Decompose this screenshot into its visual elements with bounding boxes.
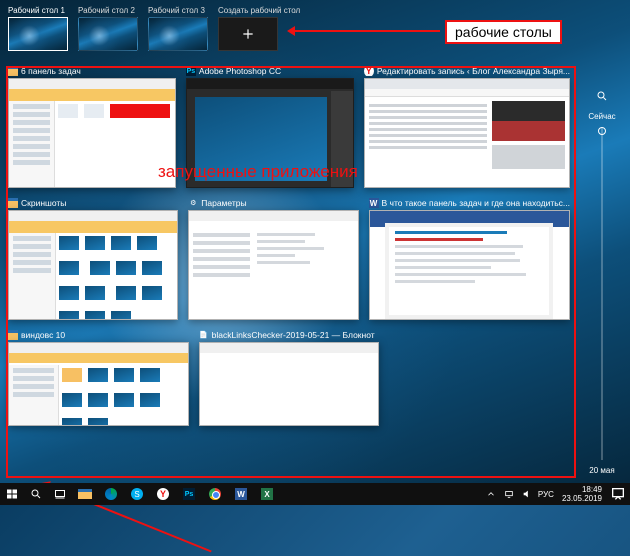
annotation-label-desktops: рабочие столы	[445, 20, 562, 44]
taskbar: S Y Ps W X РУС 18:49 23.05.2019	[0, 483, 630, 505]
task-view-icon	[54, 488, 66, 500]
explorer-icon	[78, 489, 92, 499]
timeline-handle[interactable]	[598, 127, 606, 135]
start-button[interactable]	[0, 483, 24, 505]
notepad-icon: 📄	[199, 330, 209, 340]
task-tile-settings[interactable]: ⚙Параметры	[188, 198, 358, 320]
desktop-tile-1[interactable]: Рабочий стол 1	[8, 6, 68, 51]
desktop-tile-2[interactable]: Рабочий стол 2	[78, 6, 138, 51]
desktop-label: Рабочий стол 1	[8, 6, 68, 15]
task-title: YРедактировать запись ‹ Блог Александра …	[364, 66, 570, 76]
photoshop-icon: Ps	[183, 488, 195, 500]
tray-chevron[interactable]	[484, 483, 498, 505]
task-row: виндовс 10 📄blackLinksChecker-2019-05-21…	[8, 330, 570, 426]
taskbar-left: S Y Ps W X	[0, 483, 280, 505]
skype-icon: S	[131, 488, 143, 500]
desktop-thumb	[78, 17, 138, 51]
word-icon: W	[235, 488, 247, 500]
clock-date: 23.05.2019	[562, 494, 602, 503]
new-desktop-button[interactable]	[218, 17, 278, 51]
task-title: PsAdobe Photoshop CC	[186, 66, 354, 76]
desktop-label: Рабочий стол 3	[148, 6, 208, 15]
task-title: ⚙Параметры	[188, 198, 358, 208]
task-title: 📄blackLinksChecker-2019-05-21 — Блокнот	[199, 330, 380, 340]
taskbar-app-explorer[interactable]	[72, 483, 98, 505]
task-tile-explorer-1[interactable]: 6 панель задач	[8, 66, 176, 188]
task-thumb	[364, 78, 570, 188]
task-thumb	[199, 342, 380, 426]
edge-icon	[105, 488, 117, 500]
taskbar-right: РУС 18:49 23.05.2019	[484, 483, 630, 505]
new-desktop-label: Создать рабочий стол	[218, 6, 300, 15]
yandex-icon: Y	[157, 488, 169, 500]
volume-icon	[522, 489, 532, 499]
explorer-icon	[8, 198, 18, 208]
timeline[interactable]: Сейчас 20 мая	[582, 90, 622, 475]
photoshop-icon: Ps	[186, 66, 196, 76]
task-title: Скриншоты	[8, 198, 178, 208]
notification-icon	[610, 486, 626, 502]
task-thumb	[8, 342, 189, 426]
word-icon: W	[369, 198, 379, 208]
task-tile-explorer-3[interactable]: виндовс 10	[8, 330, 189, 426]
timeline-track[interactable]	[601, 127, 603, 460]
task-title: 6 панель задач	[8, 66, 176, 76]
taskbar-app-chrome[interactable]	[202, 483, 228, 505]
annotation-arrow-desktops	[290, 30, 440, 32]
tray-language[interactable]: РУС	[538, 483, 554, 505]
annotation-label-running: запущенные приложения	[158, 162, 358, 182]
desktop-thumb	[8, 17, 68, 51]
taskbar-app-edge[interactable]	[98, 483, 124, 505]
taskbar-app-word[interactable]: W	[228, 483, 254, 505]
task-thumb	[188, 210, 358, 320]
task-tile-notepad[interactable]: 📄blackLinksChecker-2019-05-21 — Блокнот	[199, 330, 380, 426]
taskbar-app-skype[interactable]: S	[124, 483, 150, 505]
task-thumb	[8, 210, 178, 320]
desktop-tile-3[interactable]: Рабочий стол 3	[148, 6, 208, 51]
task-row: Скриншоты ⚙Параметры W	[8, 198, 570, 320]
task-title: WВ что такое панель задач и где она нахо…	[369, 198, 571, 208]
network-icon	[504, 489, 514, 499]
taskbar-clock[interactable]: 18:49 23.05.2019	[558, 485, 606, 503]
task-view-button[interactable]	[48, 483, 72, 505]
tray-network[interactable]	[502, 483, 516, 505]
task-thumb	[369, 210, 571, 320]
excel-icon: X	[261, 488, 273, 500]
tray-volume[interactable]	[520, 483, 534, 505]
yandex-icon: Y	[364, 66, 374, 76]
taskbar-app-photoshop[interactable]: Ps	[176, 483, 202, 505]
chrome-icon	[209, 488, 221, 500]
explorer-icon	[8, 66, 18, 76]
action-center-button[interactable]	[610, 483, 626, 505]
search-icon[interactable]	[596, 90, 608, 102]
taskbar-app-excel[interactable]: X	[254, 483, 280, 505]
task-title: виндовс 10	[8, 330, 189, 340]
settings-icon: ⚙	[188, 198, 198, 208]
desktop-thumb	[148, 17, 208, 51]
search-icon	[30, 488, 42, 500]
plus-icon	[241, 27, 255, 41]
task-tile-word[interactable]: WВ что такое панель задач и где она нахо…	[369, 198, 571, 320]
timeline-date-label: 20 мая	[589, 466, 614, 475]
windows-icon	[6, 488, 18, 500]
task-view-grid: 6 панель задач PsAdobe Photoshop CC YРед…	[8, 66, 570, 436]
explorer-icon	[8, 330, 18, 340]
chevron-up-icon	[486, 489, 496, 499]
task-tile-explorer-2[interactable]: Скриншоты	[8, 198, 178, 320]
timeline-now-label: Сейчас	[588, 112, 615, 121]
search-button[interactable]	[24, 483, 48, 505]
taskbar-app-yandex[interactable]: Y	[150, 483, 176, 505]
task-tile-browser[interactable]: YРедактировать запись ‹ Блог Александра …	[364, 66, 570, 188]
task-thumb	[8, 78, 176, 188]
desktop-label: Рабочий стол 2	[78, 6, 138, 15]
clock-time: 18:49	[562, 485, 602, 494]
